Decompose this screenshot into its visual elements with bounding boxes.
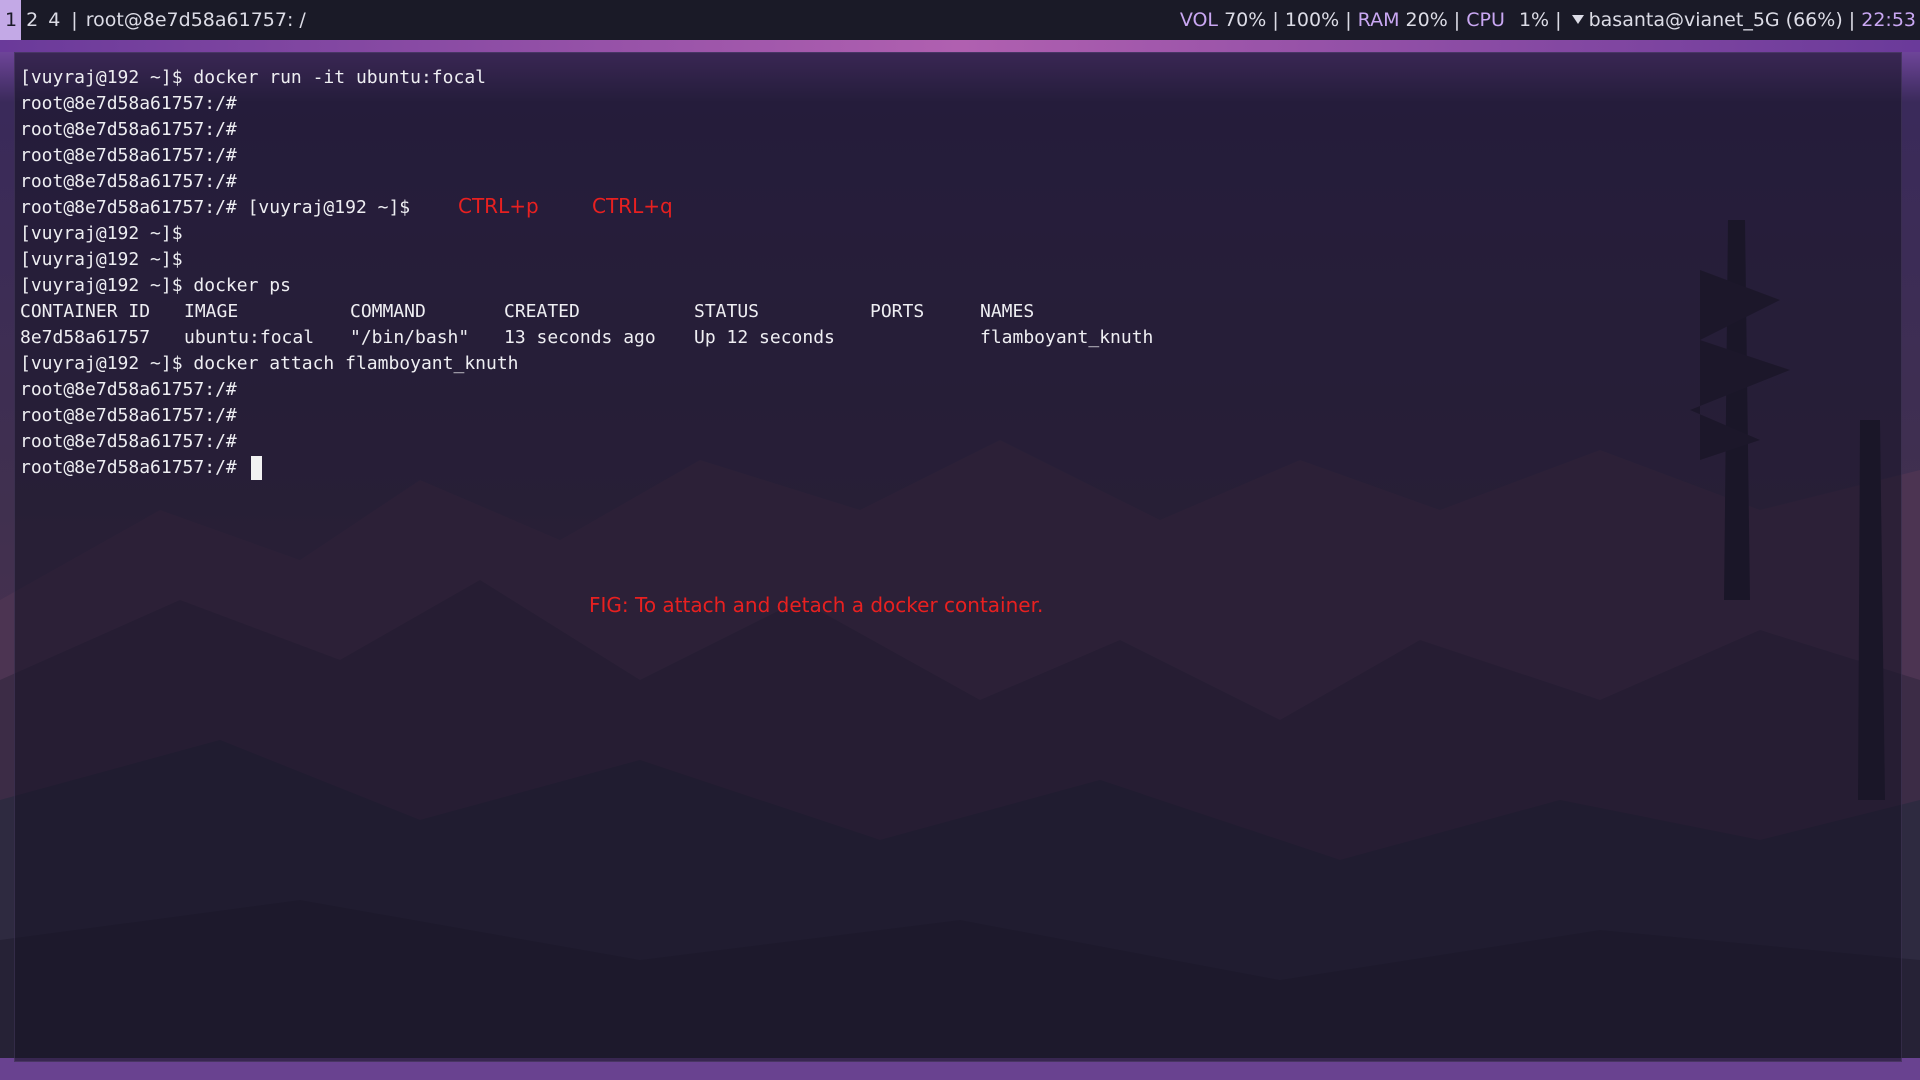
terminal-line: [vuyraj@192 ~]$ — [20, 223, 183, 244]
terminal-line: [vuyraj@192 ~]$ docker run -it ubuntu:fo… — [20, 67, 486, 88]
clock: 22:53 — [1861, 9, 1916, 31]
figure-caption: FIG: To attach and detach a docker conta… — [589, 593, 1044, 617]
ps-table-row: 8e7d58a61757 ubuntu:focal "/bin/bash" 13… — [20, 325, 1220, 351]
ps-cell: flamboyant_knuth — [980, 327, 1154, 348]
workspace-1[interactable]: 1 — [0, 0, 22, 40]
ram-value: 20% — [1405, 9, 1448, 31]
volume-label: VOL — [1179, 9, 1219, 31]
terminal-line: [vuyraj@192 ~]$ docker ps — [20, 275, 291, 296]
terminal-window[interactable]: [vuyraj@192 ~]$ docker run -it ubuntu:fo… — [14, 52, 1902, 1062]
terminal-line: root@8e7d58a61757:/# — [20, 119, 237, 140]
separator: | — [1848, 9, 1856, 31]
cpu-value: 1% — [1518, 9, 1550, 31]
wifi-icon — [1571, 15, 1584, 24]
separator: | — [1272, 9, 1279, 31]
ps-cell: 8e7d58a61757 — [20, 327, 151, 348]
terminal-line: root@8e7d58a61757:/# [vuyraj@192 ~]$ — [20, 197, 411, 218]
ps-table-header: CONTAINER ID IMAGE COMMAND CREATED STATU… — [20, 299, 1220, 325]
workspace-4[interactable]: 4 — [43, 0, 65, 40]
terminal-line: root@8e7d58a61757:/# — [20, 405, 237, 426]
ps-header-cell: COMMAND — [350, 301, 426, 322]
ps-cell: 13 seconds ago — [504, 327, 656, 348]
terminal-line: root@8e7d58a61757:/# — [20, 171, 237, 192]
text-cursor — [251, 456, 262, 480]
terminal-line: root@8e7d58a61757:/# — [20, 145, 237, 166]
separator: | — [1453, 9, 1461, 31]
cpu-label: CPU — [1466, 9, 1505, 31]
ps-header-cell: NAMES — [980, 301, 1035, 322]
terminal-line: [vuyraj@192 ~]$ docker attach flamboyant… — [20, 353, 519, 374]
ps-header-cell: STATUS — [694, 301, 760, 322]
status-bar: 1 2 4 | root@8e7d58a61757: / VOL 70% | 1… — [0, 0, 1920, 40]
ps-cell: "/bin/bash" — [350, 327, 470, 348]
wifi-status: basanta@vianet_5G (66%) — [1588, 9, 1843, 31]
terminal-line: root@8e7d58a61757:/# — [20, 379, 237, 400]
terminal-line: root@8e7d58a61757:/# — [20, 457, 237, 478]
ps-cell: Up 12 seconds — [694, 327, 835, 348]
window-title: root@8e7d58a61757: / — [85, 9, 306, 31]
ram-label: RAM — [1357, 9, 1400, 31]
status-modules: VOL 70% | 100% | RAM 20% | CPU 1% | basa… — [1180, 0, 1916, 40]
terminal-line: [vuyraj@192 ~]$ — [20, 249, 183, 270]
terminal-line: root@8e7d58a61757:/# — [20, 93, 237, 114]
annotation-ctrl-p: CTRL+p — [458, 194, 539, 218]
separator: | — [1555, 9, 1562, 31]
ps-header-cell: IMAGE — [184, 301, 239, 322]
ps-header-cell: PORTS — [870, 301, 925, 322]
ps-cell: ubuntu:focal — [184, 327, 315, 348]
separator: | — [71, 9, 78, 31]
separator: | — [1345, 9, 1352, 31]
volume-value: 70% — [1224, 9, 1267, 31]
terminal-line: root@8e7d58a61757:/# — [20, 431, 237, 452]
annotation-ctrl-q: CTRL+q — [592, 194, 673, 218]
ps-header-cell: CREATED — [504, 301, 580, 322]
workspace-2[interactable]: 2 — [21, 0, 43, 40]
brightness-value: 100% — [1284, 9, 1340, 31]
ps-header-cell: CONTAINER ID — [20, 301, 151, 322]
